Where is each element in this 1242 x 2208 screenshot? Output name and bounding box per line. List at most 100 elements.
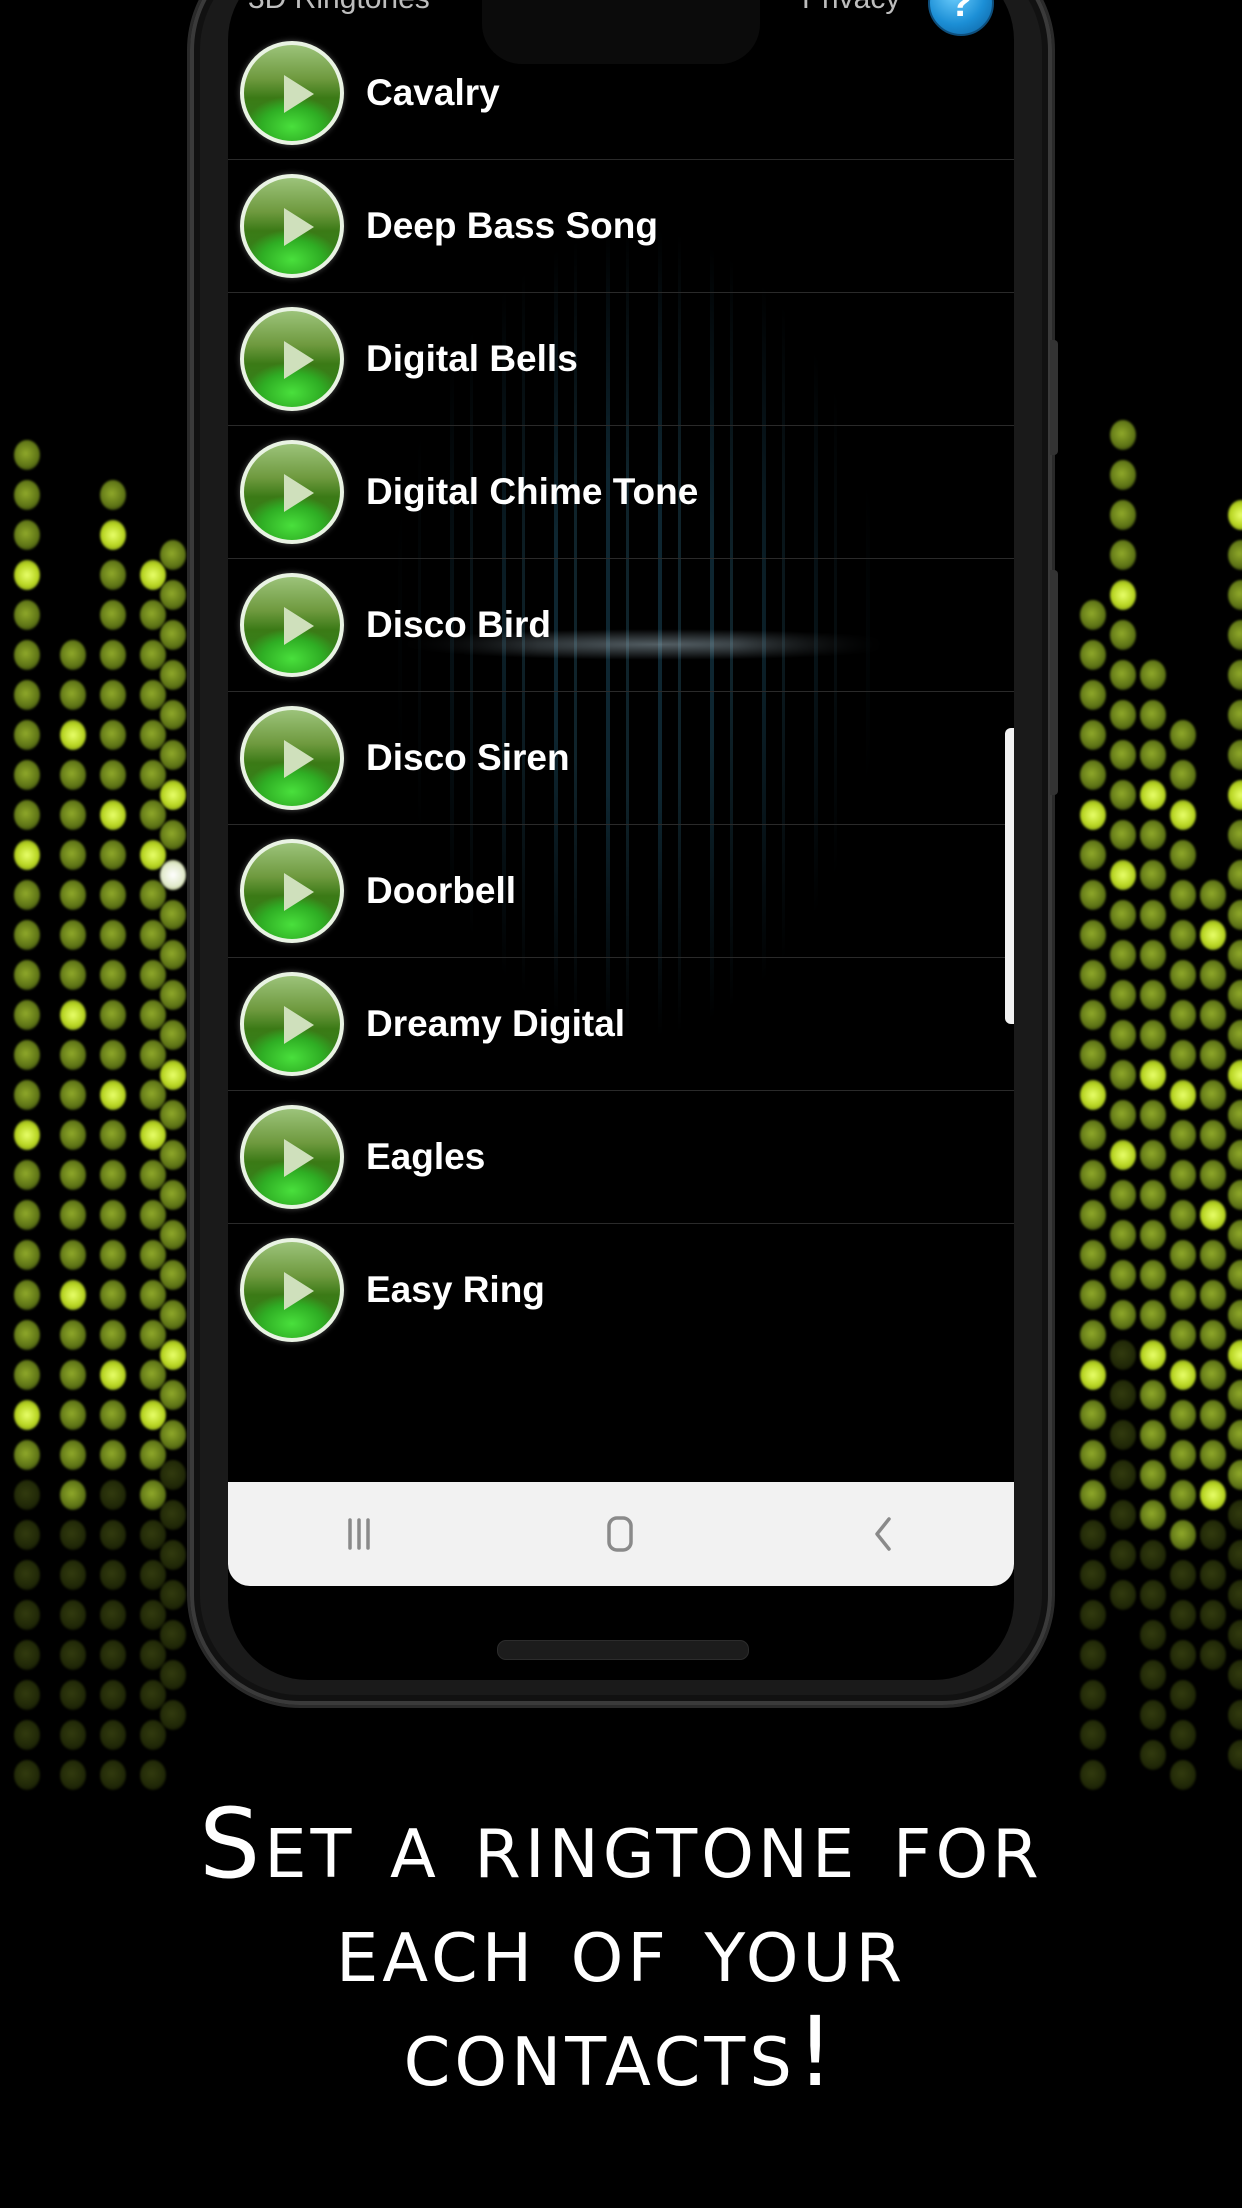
equalizer-dot xyxy=(1080,1360,1106,1390)
equalizer-dot xyxy=(160,1460,186,1490)
equalizer-dot xyxy=(1080,1280,1106,1310)
play-icon[interactable] xyxy=(240,440,344,544)
play-icon[interactable] xyxy=(240,839,344,943)
equalizer-dot xyxy=(14,560,40,590)
ringtone-row[interactable]: Digital Bells xyxy=(228,293,1014,426)
equalizer-dot xyxy=(160,540,186,570)
equalizer-dot xyxy=(1228,1700,1242,1730)
equalizer-dot xyxy=(1110,1300,1136,1330)
equalizer-dot-column xyxy=(140,560,166,1790)
equalizer-dot xyxy=(1110,900,1136,930)
ringtone-row[interactable]: Disco Siren xyxy=(228,692,1014,825)
back-button[interactable] xyxy=(843,1504,923,1564)
equalizer-dot xyxy=(160,1580,186,1610)
equalizer-dot xyxy=(1140,1340,1166,1370)
ringtone-name: Dreamy Digital xyxy=(366,1003,626,1044)
equalizer-dot xyxy=(1080,1480,1106,1510)
equalizer-dot xyxy=(100,1200,126,1230)
equalizer-dot xyxy=(100,520,126,550)
equalizer-dot xyxy=(1140,1140,1166,1170)
promo-tagline: Set a ringtone for each of your contacts… xyxy=(0,1792,1242,2104)
equalizer-dot xyxy=(14,1720,40,1750)
ringtone-row[interactable]: Deep Bass Song xyxy=(228,160,1014,293)
equalizer-dot xyxy=(1170,1480,1196,1510)
equalizer-dot xyxy=(1080,1200,1106,1230)
equalizer-dot xyxy=(60,1600,86,1630)
equalizer-dot xyxy=(60,720,86,750)
equalizer-dot xyxy=(14,1440,40,1470)
equalizer-dot xyxy=(1140,660,1166,690)
equalizer-dot xyxy=(60,640,86,670)
ringtone-row[interactable]: Cavalry xyxy=(228,27,1014,160)
equalizer-dot xyxy=(140,960,166,990)
equalizer-dot xyxy=(1110,980,1136,1010)
equalizer-dot xyxy=(1110,1100,1136,1130)
equalizer-dot xyxy=(140,1000,166,1030)
equalizer-dot xyxy=(160,980,186,1010)
equalizer-dot xyxy=(60,1720,86,1750)
equalizer-dot xyxy=(60,1160,86,1190)
equalizer-dot xyxy=(1228,1180,1242,1210)
scrollbar-thumb[interactable] xyxy=(1005,728,1014,1024)
equalizer-dot xyxy=(1200,1440,1226,1470)
equalizer-dot xyxy=(140,800,166,830)
tagline-line: contacts! xyxy=(403,1996,839,2108)
play-icon[interactable] xyxy=(240,174,344,278)
ringtone-row[interactable]: Doorbell xyxy=(228,825,1014,958)
equalizer-dot xyxy=(1080,800,1106,830)
equalizer-dot xyxy=(160,1180,186,1210)
ringtone-row[interactable]: Digital Chime Tone xyxy=(228,426,1014,559)
play-icon[interactable] xyxy=(240,706,344,810)
home-icon xyxy=(607,1516,633,1552)
equalizer-dot xyxy=(1228,1340,1242,1370)
equalizer-dot xyxy=(1140,740,1166,770)
equalizer-dot xyxy=(1080,1640,1106,1670)
ringtone-row[interactable]: Easy Ring xyxy=(228,1224,1014,1356)
equalizer-dot xyxy=(60,1120,86,1150)
android-nav-bar xyxy=(228,1482,1014,1586)
equalizer-dot xyxy=(1228,1140,1242,1170)
equalizer-dot xyxy=(14,1640,40,1670)
equalizer-dot xyxy=(100,1040,126,1070)
home-button[interactable] xyxy=(581,1504,661,1564)
ringtone-name: Disco Siren xyxy=(366,737,570,778)
play-icon[interactable] xyxy=(240,1238,344,1342)
ringtone-row[interactable]: Dreamy Digital xyxy=(228,958,1014,1091)
equalizer-dot xyxy=(100,1360,126,1390)
equalizer-dot xyxy=(1200,1640,1226,1670)
equalizer-dot xyxy=(100,1000,126,1030)
equalizer-dot-column xyxy=(1228,500,1242,1770)
equalizer-dot xyxy=(1170,1640,1196,1670)
equalizer-dot xyxy=(160,780,186,810)
equalizer-dot xyxy=(1228,1020,1242,1050)
play-icon[interactable] xyxy=(240,1105,344,1209)
equalizer-dot xyxy=(160,1060,186,1090)
equalizer-dot xyxy=(1228,740,1242,770)
equalizer-dot xyxy=(14,1520,40,1550)
ringtone-row[interactable]: Eagles xyxy=(228,1091,1014,1224)
recent-apps-button[interactable] xyxy=(319,1504,399,1564)
privacy-link[interactable]: Privacy xyxy=(802,0,900,16)
play-icon[interactable] xyxy=(240,41,344,145)
equalizer-dot xyxy=(60,1560,86,1590)
equalizer-dot xyxy=(160,1140,186,1170)
equalizer-dot xyxy=(60,1240,86,1270)
equalizer-dot xyxy=(100,1480,126,1510)
equalizer-dot xyxy=(160,1300,186,1330)
play-icon[interactable] xyxy=(240,573,344,677)
ringtone-name: Disco Bird xyxy=(366,604,552,645)
ringtone-row[interactable]: Disco Bird xyxy=(228,559,1014,692)
equalizer-dot xyxy=(1080,880,1106,910)
equalizer-dot xyxy=(1110,820,1136,850)
equalizer-dot xyxy=(1170,1720,1196,1750)
equalizer-dot xyxy=(100,1320,126,1350)
equalizer-dot xyxy=(140,1040,166,1070)
equalizer-dot xyxy=(1170,880,1196,910)
equalizer-dot xyxy=(60,1400,86,1430)
equalizer-dot xyxy=(160,1700,186,1730)
equalizer-dot xyxy=(14,1120,40,1150)
equalizer-dot xyxy=(1200,880,1226,910)
equalizer-dot xyxy=(1080,920,1106,950)
play-icon[interactable] xyxy=(240,972,344,1076)
play-icon[interactable] xyxy=(240,307,344,411)
